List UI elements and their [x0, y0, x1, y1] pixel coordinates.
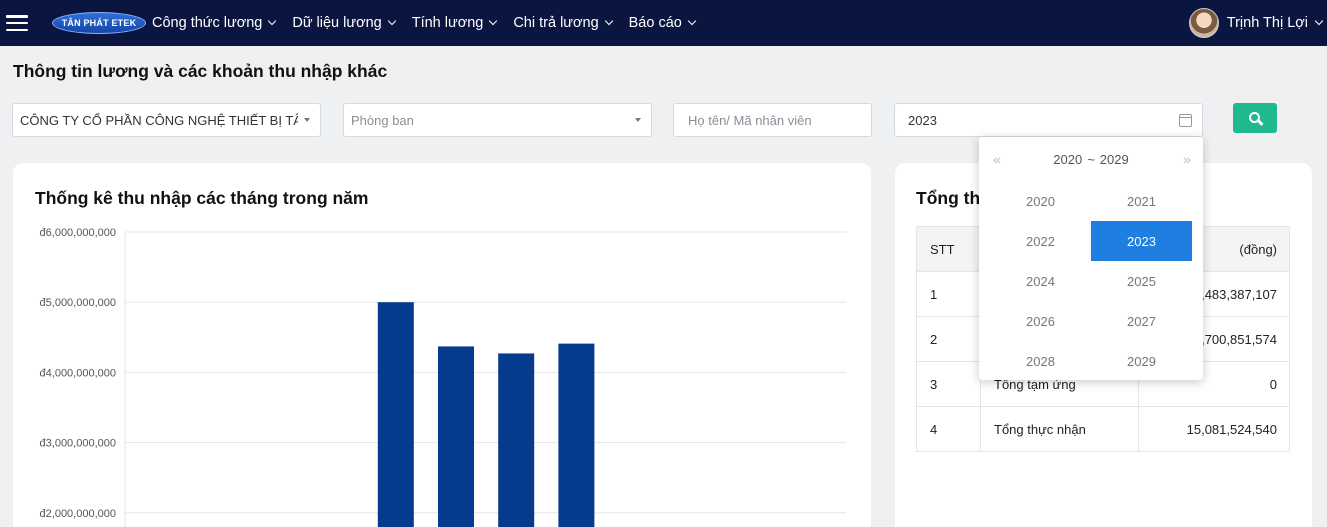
year-picker-input[interactable]: 2023 — [894, 103, 1203, 137]
income-chart-card: Thống kê thu nhập các tháng trong năm đ6… — [13, 163, 871, 527]
year-picker-value: 2023 — [908, 112, 937, 128]
chevron-down-icon — [387, 16, 396, 26]
caret-down-icon — [635, 118, 641, 122]
department-select[interactable]: Phòng ban — [343, 103, 652, 137]
row-stt: 3 — [916, 361, 981, 407]
chevron-down-icon — [268, 16, 277, 26]
chevron-down-icon — [1314, 16, 1324, 26]
menu-label: Báo cáo — [628, 15, 682, 31]
year-cell[interactable]: 2021 — [1091, 181, 1192, 221]
chevron-down-icon — [687, 16, 697, 26]
year-picker-header: « 2020 ~ 2029 » — [979, 137, 1203, 181]
page-title: Thông tin lương và các khoản thu nhập kh… — [13, 61, 388, 81]
chart-bar[interactable] — [558, 343, 595, 527]
hamburger-menu-icon[interactable] — [6, 15, 28, 31]
search-icon — [1248, 111, 1260, 123]
y-tick-label: đ5,000,000,000 — [40, 297, 116, 309]
department-select-placeholder: Phòng ban — [351, 112, 414, 128]
year-cell[interactable]: 2025 — [1091, 261, 1192, 301]
menu-tinh-luong[interactable]: Tính lương — [411, 15, 498, 31]
year-cell[interactable]: 2024 — [990, 261, 1091, 301]
menu-bao-cao[interactable]: Báo cáo — [628, 15, 697, 31]
logo-text: TÂN PHÁT ETEK — [61, 18, 137, 28]
user-name: Trịnh Thị Lợi — [1226, 15, 1308, 31]
menu-cong-thuc-luong[interactable]: Công thức lương — [152, 15, 277, 31]
income-bar-chart: đ6,000,000,000 đ5,000,000,000 đ4,000,000,0… — [40, 227, 846, 527]
y-tick-label: đ3,000,000,000 — [40, 438, 116, 450]
main-menu: Công thức lương Dữ liệu lương Tính lương… — [152, 15, 712, 31]
search-button[interactable] — [1233, 103, 1277, 133]
menu-label: Tính lương — [411, 15, 484, 31]
menu-label: Dữ liệu lương — [292, 15, 382, 31]
user-menu[interactable]: Trịnh Thị Lợi — [1188, 0, 1324, 46]
menu-label: Công thức lương — [152, 15, 263, 31]
decade-range[interactable]: 2020 ~ 2029 — [1053, 152, 1128, 167]
decade-end: 2029 — [1099, 151, 1129, 167]
prev-decade-icon[interactable]: « — [993, 151, 1001, 167]
avatar — [1188, 8, 1219, 38]
table-row: 4 Tổng thực nhận 15,081,524,540 — [916, 406, 1290, 452]
menu-du-lieu-luong[interactable]: Dữ liệu lương — [292, 15, 396, 31]
year-picker-dropdown: « 2020 ~ 2029 » 2020 2021 2022 2023 2024… — [979, 137, 1203, 380]
calendar-icon — [1179, 113, 1192, 127]
year-cell[interactable]: 2026 — [990, 301, 1091, 341]
year-grid: 2020 2021 2022 2023 2024 2025 2026 2027 … — [979, 181, 1203, 381]
row-stt: 1 — [916, 271, 981, 317]
year-cell[interactable]: 2029 — [1091, 341, 1192, 381]
caret-down-icon — [304, 118, 310, 122]
chevron-down-icon — [604, 16, 613, 26]
decade-start: 2020 — [1053, 151, 1083, 167]
company-select[interactable]: CÔNG TY CỔ PHẦN CÔNG NGHỆ THIẾT BỊ TÂN..… — [12, 103, 321, 137]
row-name: Tổng thực nhận — [980, 406, 1139, 452]
row-value: 15,081,524,540 — [1138, 406, 1290, 452]
next-decade-icon[interactable]: » — [1183, 151, 1191, 167]
decade-separator: ~ — [1087, 151, 1095, 167]
row-stt: 2 — [916, 316, 981, 362]
year-cell-selected[interactable]: 2023 — [1091, 221, 1192, 261]
employee-search-placeholder: Họ tên/ Mã nhân viên — [688, 112, 812, 128]
chart-bar[interactable] — [438, 346, 474, 527]
chart-bar[interactable] — [498, 353, 535, 527]
year-cell[interactable]: 2028 — [990, 341, 1091, 381]
y-tick-label: đ6,000,000,000 — [40, 227, 116, 239]
year-cell[interactable]: 2027 — [1091, 301, 1192, 341]
menu-chi-tra-luong[interactable]: Chi trả lương — [513, 15, 613, 31]
summary-title: Tổng th — [916, 188, 981, 208]
header-stt: STT — [916, 226, 981, 272]
row-stt: 4 — [916, 406, 981, 452]
menu-label: Chi trả lương — [513, 15, 599, 31]
y-tick-label: đ2,000,000,000 — [40, 508, 116, 520]
chevron-down-icon — [489, 16, 498, 26]
company-select-value: CÔNG TY CỔ PHẦN CÔNG NGHỆ THIẾT BỊ TÂN..… — [20, 112, 298, 128]
year-cell[interactable]: 2022 — [990, 221, 1091, 261]
employee-search-input[interactable]: Họ tên/ Mã nhân viên — [673, 103, 872, 137]
top-navbar: TÂN PHÁT ETEK Công thức lương Dữ liệu lư… — [0, 0, 1327, 46]
company-logo[interactable]: TÂN PHÁT ETEK — [52, 12, 146, 34]
year-cell[interactable]: 2020 — [990, 181, 1091, 221]
y-tick-label: đ4,000,000,000 — [40, 367, 116, 379]
chart-bar[interactable] — [377, 302, 414, 527]
